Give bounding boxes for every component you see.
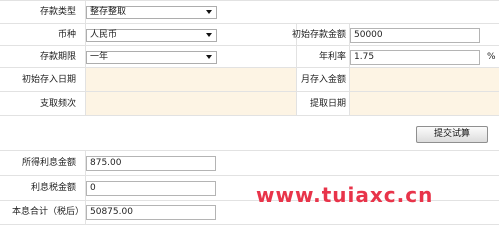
annual-rate-label: 年利率 (318, 52, 346, 62)
currency-select[interactable]: 人民币 (86, 29, 217, 42)
monthly-amount-field-bg (350, 68, 499, 91)
site-watermark: www.tuiaxc.cn (256, 183, 434, 207)
deposit-type-value: 整存整取 (90, 7, 127, 17)
total-label: 本息合计（税后） (11, 207, 84, 217)
interest-tax-label: 利息税金额 (30, 183, 76, 193)
interest-label: 所得利息金额 (21, 158, 76, 168)
row-divider (0, 23, 499, 24)
row-divider (0, 115, 499, 116)
monthly-amount-label: 月存入金额 (300, 75, 346, 85)
dropdown-arrow-icon (206, 55, 212, 59)
withdraw-date-label: 提取日期 (309, 99, 346, 109)
submit-calculation-button[interactable]: 提交试算 (416, 126, 488, 143)
row-divider (0, 67, 499, 68)
initial-date-label: 初始存入日期 (21, 75, 76, 85)
interest-output[interactable]: 875.00 (86, 156, 216, 171)
currency-label: 币种 (57, 30, 76, 40)
term-select[interactable]: 一年 (86, 51, 217, 64)
row-divider (0, 0, 499, 1)
currency-value: 人民币 (90, 30, 118, 40)
withdraw-frequency-field-bg (86, 92, 296, 115)
row-divider (0, 224, 499, 225)
total-output[interactable]: 50875.00 (86, 205, 216, 220)
row-divider (0, 91, 499, 92)
row-divider (0, 45, 499, 46)
deposit-type-label: 存款类型 (39, 7, 76, 17)
annual-rate-input[interactable]: 1.75 (350, 50, 480, 65)
dropdown-arrow-icon (206, 10, 212, 14)
interest-tax-output[interactable]: 0 (86, 181, 216, 196)
initial-amount-input[interactable]: 50000 (350, 28, 480, 43)
deposit-type-select[interactable]: 整存整取 (86, 6, 217, 19)
dropdown-arrow-icon (206, 33, 212, 37)
term-value: 一年 (90, 52, 109, 62)
withdraw-frequency-label: 支取频次 (39, 99, 76, 109)
annual-rate-unit: % (487, 52, 496, 62)
term-label: 存款期限 (39, 52, 76, 62)
initial-amount-label: 初始存款金额 (291, 30, 346, 40)
withdraw-date-field-bg (350, 92, 499, 115)
row-divider (0, 175, 499, 176)
row-divider (0, 150, 499, 151)
initial-date-field-bg (86, 68, 296, 91)
